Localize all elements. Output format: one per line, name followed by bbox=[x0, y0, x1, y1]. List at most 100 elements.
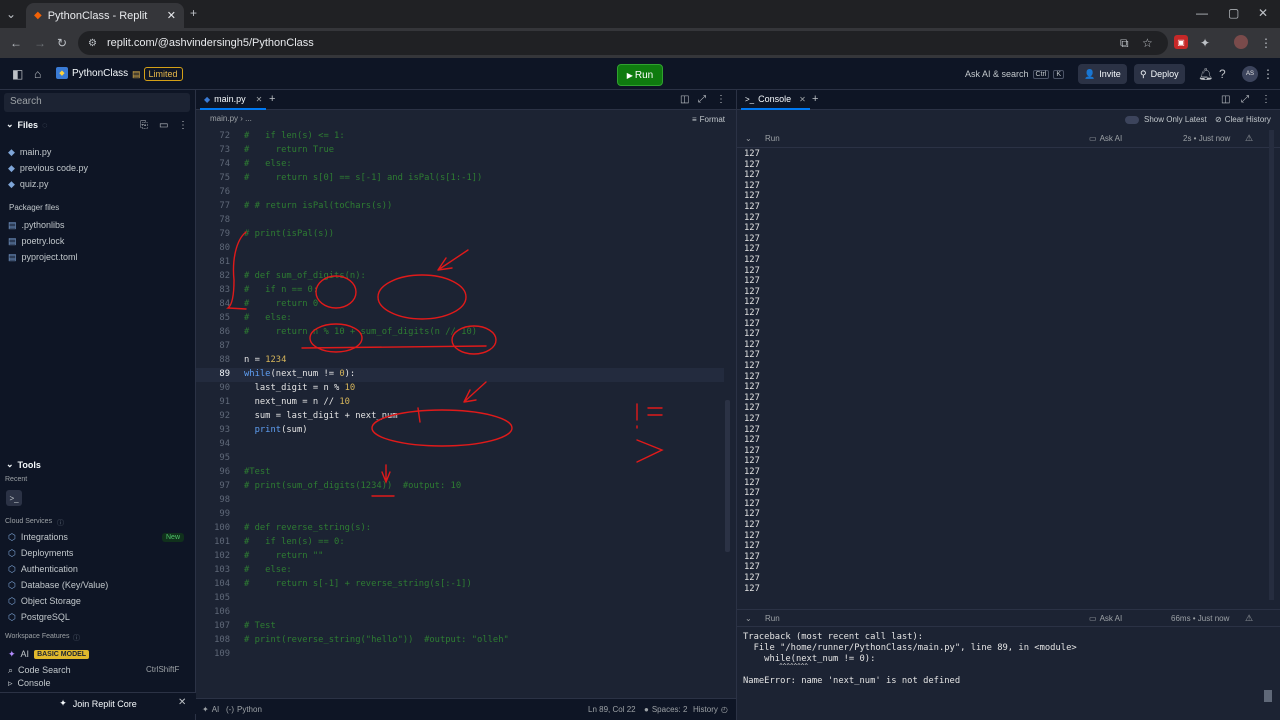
show-only-latest-toggle[interactable]: Show Only Latest bbox=[1125, 115, 1207, 124]
cloud-service-item[interactable]: ⬡ PostgreSQL bbox=[8, 610, 70, 624]
minimize-icon[interactable]: — bbox=[1196, 6, 1208, 20]
files-header[interactable]: ⌄ Files ◌ bbox=[6, 119, 47, 130]
cloud-service-item-label: Database (Key/Value) bbox=[20, 580, 109, 590]
console-scroll-thumb[interactable] bbox=[1264, 690, 1272, 702]
console-scrollbar[interactable] bbox=[1269, 130, 1274, 600]
plan-status[interactable]: ▤ Limited bbox=[132, 67, 183, 81]
file-item[interactable]: ◆ main.py bbox=[8, 145, 51, 159]
output-line: 127 bbox=[744, 530, 760, 541]
extensions-puzzle-icon[interactable]: ✦ bbox=[1200, 36, 1210, 50]
project-name[interactable]: PythonClass bbox=[72, 68, 128, 79]
site-info-icon[interactable]: ⚙ bbox=[88, 38, 97, 49]
cloud-service-item[interactable]: ⬡ Object Storage bbox=[8, 594, 81, 608]
sidebar-search-input[interactable]: Search bbox=[4, 93, 190, 112]
notifications-bell-icon[interactable]: 🔔︎ bbox=[1198, 67, 1213, 81]
tab-list-icon[interactable]: ⌄ bbox=[6, 7, 16, 21]
packager-file-item[interactable]: ▤ .pythonlibs bbox=[8, 218, 65, 232]
user-avatar[interactable]: AS bbox=[1242, 66, 1258, 82]
python-file-icon: ◆ bbox=[8, 178, 15, 189]
invite-button[interactable]: 👤 Invite bbox=[1078, 64, 1127, 84]
close-banner-icon[interactable]: ✕ bbox=[178, 697, 186, 708]
help-icon[interactable]: ? bbox=[1219, 67, 1226, 81]
run-label: Run bbox=[765, 614, 780, 623]
cloud-service-item-label: PostgreSQL bbox=[20, 612, 70, 622]
toggle-sidebar-icon[interactable]: ◧ bbox=[12, 67, 23, 81]
cloud-service-item[interactable]: ⬡ Authentication bbox=[8, 562, 78, 576]
output-line: 127 bbox=[744, 212, 760, 223]
cloud-service-item[interactable]: ⬡ Deployments bbox=[8, 546, 73, 560]
chevron-down-icon: ⌄ bbox=[6, 119, 14, 129]
packager-file-item[interactable]: ▤ poetry.lock bbox=[8, 234, 64, 248]
shortcut-ctrl: Ctrl bbox=[1032, 69, 1050, 79]
output-line: 127 bbox=[744, 541, 760, 552]
file-item[interactable]: ◆ previous code.py bbox=[8, 161, 88, 175]
file-item[interactable]: ◆ quiz.py bbox=[8, 177, 48, 191]
status-language-label: Python bbox=[237, 705, 262, 714]
new-file-icon[interactable]: ⎘ bbox=[140, 120, 148, 131]
basic-model-badge: BASIC MODEL bbox=[34, 649, 90, 659]
extension-icon[interactable]: ▣ bbox=[1174, 35, 1188, 49]
status-ai-label: AI bbox=[211, 705, 220, 714]
close-tab-icon[interactable]: ✕ bbox=[799, 95, 806, 104]
expand-icon[interactable]: ⤢ bbox=[1241, 94, 1249, 105]
language-icon: (-) bbox=[226, 705, 234, 714]
ask-ai-label: Ask AI bbox=[1099, 134, 1123, 143]
cloud-service-item[interactable]: ⬡ Database (Key/Value) bbox=[8, 578, 108, 592]
warning-icon: ⚠ bbox=[1245, 613, 1254, 623]
output-line: 127 bbox=[744, 191, 760, 202]
annotation-layer bbox=[226, 231, 664, 497]
browser-tab[interactable]: ◆ PythonClass - Replit ✕ bbox=[26, 3, 184, 28]
recent-shell-icon[interactable]: >_ bbox=[6, 490, 22, 506]
pane-menu-icon[interactable]: ⋮ bbox=[1261, 94, 1271, 105]
sidebar-item-ai[interactable]: ✦ AI BASIC MODEL bbox=[8, 647, 90, 661]
ai-label: AI bbox=[20, 649, 30, 659]
status-language[interactable]: (-) Python bbox=[226, 705, 262, 714]
bookmark-star-icon[interactable]: ☆ bbox=[1142, 36, 1153, 50]
url-field[interactable]: ⚙ replit.com/@ashvindersingh5/PythonClas… bbox=[78, 31, 1168, 55]
status-ai[interactable]: ✦ AI bbox=[202, 705, 219, 714]
deploy-button[interactable]: ⚲ Deploy bbox=[1134, 64, 1185, 84]
tools-header[interactable]: ⌄ Tools bbox=[6, 459, 41, 470]
run-button[interactable]: ▶ Run bbox=[617, 64, 663, 86]
sidebar-item-console[interactable]: ▹ Console bbox=[8, 679, 51, 687]
join-core-button[interactable]: ✦ Join Replit Core bbox=[0, 692, 196, 714]
new-folder-icon[interactable]: ▭ bbox=[159, 120, 168, 131]
maximize-icon[interactable]: ▢ bbox=[1228, 6, 1239, 20]
sidebar-item-code-search[interactable]: ⌕ Code Search bbox=[8, 663, 71, 677]
run-header-1[interactable]: ⌄ Run ▭ Ask AI 2s • Just now ⚠ bbox=[737, 130, 1280, 148]
ask-ai-button[interactable]: ▭ Ask AI bbox=[1089, 134, 1122, 143]
add-tab-icon[interactable]: + bbox=[812, 93, 818, 105]
info-icon[interactable]: ⓘ bbox=[57, 518, 64, 528]
back-icon[interactable]: ← bbox=[10, 36, 22, 50]
close-window-icon[interactable]: ✕ bbox=[1258, 6, 1268, 20]
run-header-2[interactable]: ⌄ Run ▭ Ask AI 66ms • Just now ⚠ bbox=[737, 609, 1280, 627]
tab-console[interactable]: >_ Console ✕ bbox=[741, 90, 810, 110]
service-icon: ⬡ bbox=[8, 579, 16, 590]
forward-icon[interactable]: → bbox=[34, 36, 46, 50]
cloud-service-item[interactable]: ⬡ Integrations bbox=[8, 530, 68, 544]
invite-label: Invite bbox=[1099, 69, 1121, 79]
play-icon: ▶ bbox=[626, 70, 633, 80]
reload-icon[interactable]: ↻ bbox=[57, 36, 67, 50]
home-icon[interactable]: ⌂ bbox=[34, 67, 41, 81]
file-item-label: quiz.py bbox=[19, 179, 49, 189]
new-tab-icon[interactable]: + bbox=[190, 6, 197, 20]
ask-ai-search[interactable]: Ask AI & search Ctrl K bbox=[960, 64, 1072, 84]
status-spaces[interactable]: ● Spaces: 2 bbox=[644, 705, 687, 714]
browser-menu-icon[interactable]: ⋮ bbox=[1260, 36, 1272, 50]
split-pane-icon[interactable]: ◫ bbox=[1221, 94, 1230, 105]
cursor-position[interactable]: Ln 89, Col 22 bbox=[588, 705, 636, 714]
files-menu-icon[interactable]: ⋮ bbox=[178, 120, 188, 131]
install-app-icon[interactable]: ⧉ bbox=[1120, 36, 1129, 51]
info-icon[interactable]: ⓘ bbox=[73, 633, 80, 643]
clear-history-button[interactable]: ⊘ Clear History bbox=[1215, 115, 1271, 124]
profile-avatar[interactable] bbox=[1234, 35, 1248, 49]
files-label: Files bbox=[17, 119, 39, 130]
url-text: replit.com/@ashvindersingh5/PythonClass bbox=[106, 37, 314, 49]
history-button[interactable]: History ◴ bbox=[693, 705, 728, 714]
ask-ai-button[interactable]: ▭ Ask AI bbox=[1089, 614, 1122, 623]
output-line: 127 bbox=[744, 382, 760, 393]
header-menu-icon[interactable]: ⋮ bbox=[1262, 67, 1274, 81]
close-tab-icon[interactable]: ✕ bbox=[167, 9, 176, 22]
packager-file-item[interactable]: ▤ pyproject.toml bbox=[8, 250, 78, 264]
